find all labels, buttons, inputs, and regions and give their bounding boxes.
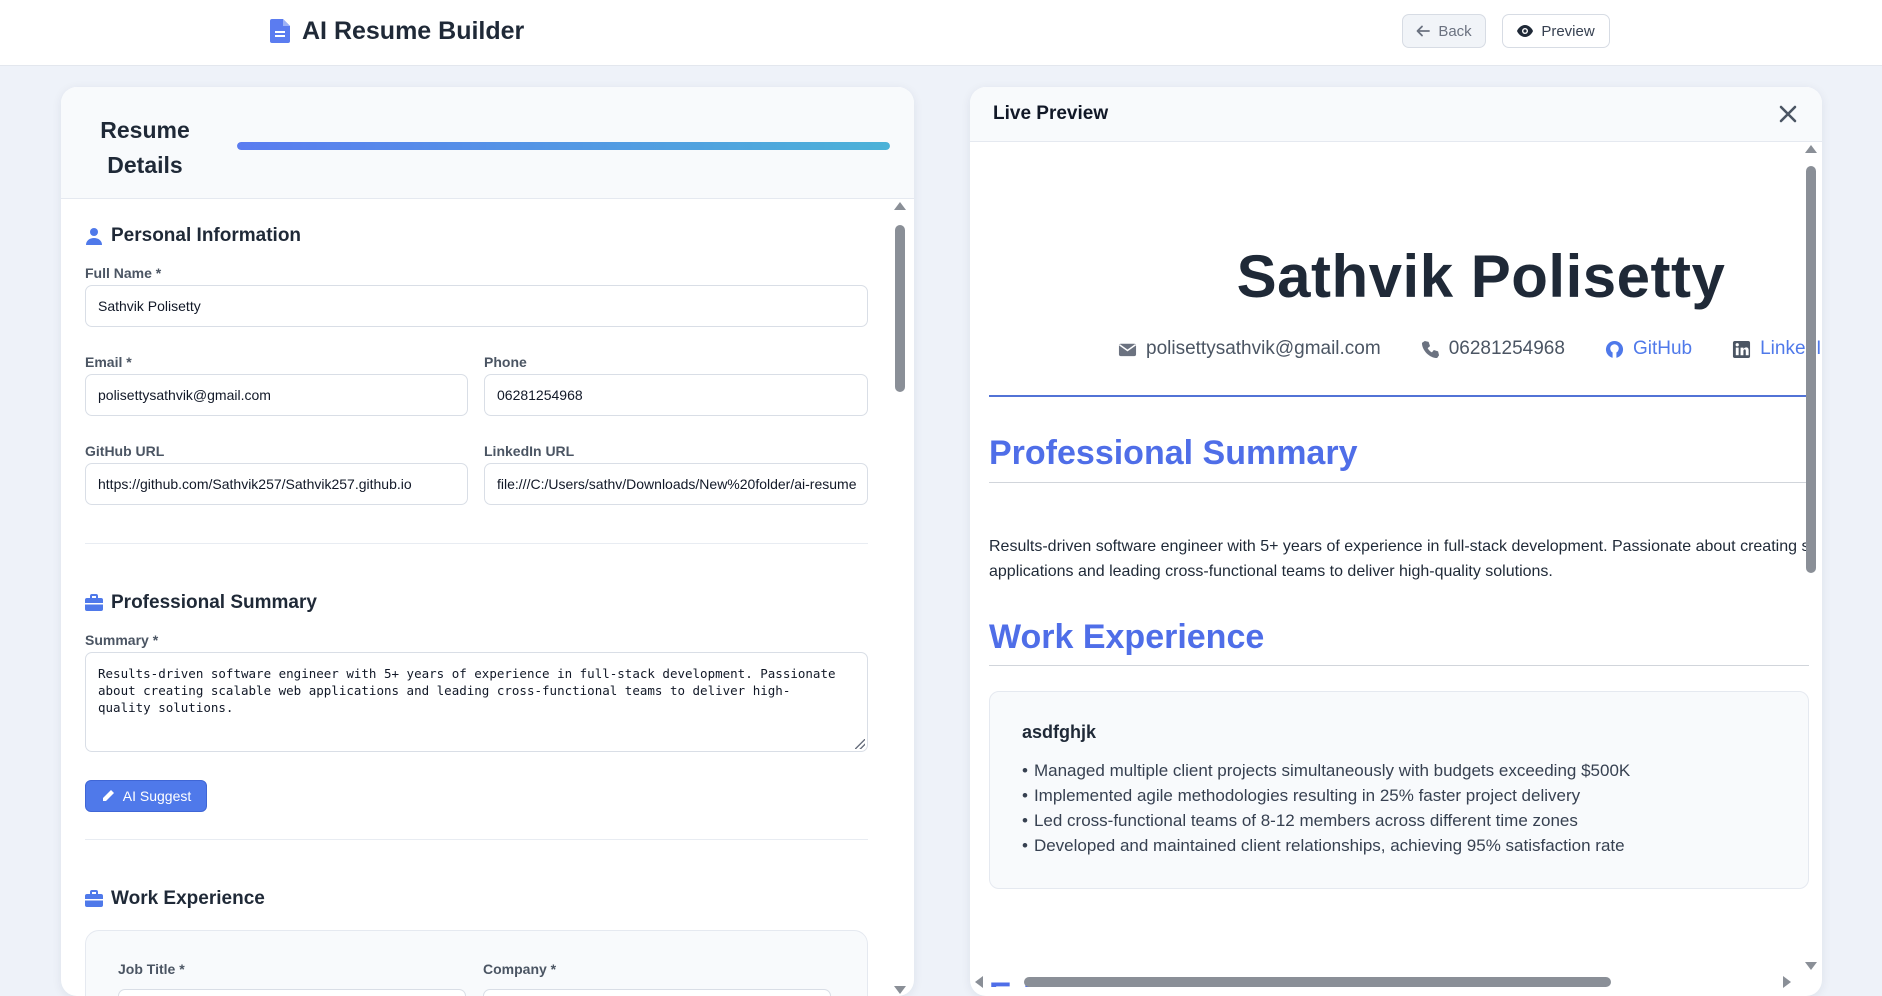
- github-url-input[interactable]: https://github.com/Sathvik257/Sathvik257…: [85, 463, 468, 505]
- scroll-left-arrow[interactable]: [975, 976, 983, 988]
- linkedin-url-label: LinkedIn URL: [484, 443, 575, 459]
- preview-job-title: asdfghjk: [1022, 722, 1097, 742]
- form-header: Resume Details: [61, 87, 914, 199]
- job-title-input[interactable]: [118, 989, 466, 996]
- summary-label: Summary *: [85, 632, 159, 648]
- section-rule: [989, 482, 1809, 483]
- section-rule: [989, 665, 1809, 666]
- experience-bullets: Managed multiple client projects simulta…: [1022, 758, 1630, 858]
- contact-email-text: polisettysathvik@gmail.com: [1146, 338, 1381, 359]
- bullet-item: Led cross-functional teams of 8-12 membe…: [1022, 808, 1630, 833]
- scroll-up-arrow[interactable]: [894, 202, 906, 210]
- user-icon: [86, 228, 102, 245]
- top-bar: AI Resume Builder Back Preview: [0, 0, 1882, 66]
- full-name-input[interactable]: Sathvik Polisetty: [85, 285, 868, 327]
- phone-icon: [1421, 340, 1439, 358]
- company-label: Company *: [483, 961, 557, 977]
- summary-heading: Professional Summary: [85, 592, 317, 614]
- envelope-icon: [1118, 343, 1137, 356]
- bullet-item: Developed and maintained client relation…: [1022, 833, 1630, 858]
- live-preview-panel: Live Preview Sathvik Polisetty polisetty…: [970, 87, 1822, 996]
- ai-suggest-button[interactable]: AI Suggest: [85, 780, 207, 812]
- preview-experience-card: asdfghjk Managed multiple client project…: [989, 691, 1809, 889]
- contact-email: polisettysathvik@gmail.com: [1118, 338, 1381, 360]
- scroll-right-arrow[interactable]: [1783, 976, 1791, 988]
- summary-textarea[interactable]: Results-driven software engineer with 5+…: [85, 652, 868, 752]
- github-icon: [1605, 340, 1624, 358]
- email-label: Email *: [85, 354, 132, 370]
- progress-bar: [237, 142, 890, 150]
- preview-title: Live Preview: [993, 103, 1109, 124]
- github-link[interactable]: GitHub: [1605, 338, 1692, 360]
- back-button[interactable]: Back: [1402, 14, 1486, 48]
- briefcase-icon: [85, 594, 103, 611]
- preview-label: Preview: [1541, 22, 1595, 40]
- email-input[interactable]: polisettysathvik@gmail.com: [85, 374, 468, 416]
- summary-line: about creating scalable web applications…: [98, 683, 791, 698]
- preview-header: Live Preview: [970, 87, 1822, 142]
- phone-input[interactable]: 06281254968: [484, 374, 868, 416]
- ai-suggest-label: AI Suggest: [122, 788, 192, 804]
- work-experience-title: Work Experience: [111, 888, 265, 909]
- github-link-text: GitHub: [1632, 338, 1693, 359]
- resize-handle[interactable]: [855, 739, 865, 749]
- contact-row: polisettysathvik@gmail.com 06281254968 G…: [1118, 338, 1822, 360]
- preview-horizontal-scrollbar[interactable]: [970, 975, 1822, 989]
- document-icon: [270, 19, 290, 43]
- linkedin-icon: [1733, 340, 1751, 358]
- form-title: Resume Details: [100, 117, 190, 178]
- scroll-down-arrow[interactable]: [894, 986, 906, 994]
- preview-summary-heading: Professional Summary: [989, 434, 1358, 472]
- resume-preview: Sathvik Polisetty polisettysathvik@gmail…: [970, 142, 1822, 996]
- form-body[interactable]: Personal Information Full Name * Sathvik…: [61, 199, 914, 996]
- briefcase-icon: [85, 890, 103, 907]
- summary-line: Results-driven software engineer with 5+…: [989, 538, 1809, 555]
- scroll-thumb[interactable]: [895, 225, 905, 392]
- scroll-thumb[interactable]: [1024, 977, 1611, 987]
- contact-phone: 06281254968: [1421, 338, 1565, 360]
- resume-name: Sathvik Polisetty: [1236, 243, 1726, 310]
- form-scrollbar[interactable]: [893, 199, 907, 996]
- preview-summary: Results-driven software engineer with 5+…: [989, 534, 1809, 584]
- section-divider: [85, 839, 868, 840]
- preview-vertical-scrollbar[interactable]: [1804, 142, 1818, 973]
- work-experience-heading: Work Experience: [85, 888, 265, 910]
- preview-button[interactable]: Preview: [1502, 14, 1610, 48]
- summary-line: quality solutions.: [98, 700, 234, 715]
- personal-info-heading: Personal Information: [85, 225, 301, 247]
- bullet-item: Implemented agile methodologies resultin…: [1022, 783, 1630, 808]
- preview-work-heading: Work Experience: [989, 618, 1265, 656]
- experience-card: Job Title * Company *: [85, 930, 868, 996]
- section-divider: [85, 543, 868, 544]
- pencil-icon: [102, 790, 114, 801]
- summary-line: applications and leading cross-functiona…: [989, 563, 1553, 580]
- full-name-label: Full Name *: [85, 265, 162, 281]
- phone-label: Phone: [484, 354, 527, 370]
- header-divider: [989, 395, 1809, 397]
- app-title: AI Resume Builder: [302, 16, 525, 45]
- brand: AI Resume Builder: [270, 14, 524, 48]
- personal-info-title: Personal Information: [111, 225, 302, 246]
- bullet-item: Managed multiple client projects simulta…: [1022, 758, 1630, 783]
- scroll-down-arrow[interactable]: [1805, 962, 1817, 970]
- summary-title: Professional Summary: [111, 592, 317, 613]
- progress-fill: [237, 142, 890, 150]
- eye-icon: [1517, 25, 1534, 37]
- resume-form-panel: Resume Details Personal Information Full…: [61, 87, 914, 996]
- close-icon[interactable]: [1776, 102, 1800, 126]
- job-title-label: Job Title *: [118, 961, 185, 977]
- company-input[interactable]: [483, 989, 831, 996]
- back-label: Back: [1438, 22, 1472, 40]
- summary-line: Results-driven software engineer with 5+…: [98, 666, 836, 681]
- arrow-left-icon: [1416, 25, 1431, 37]
- scroll-thumb[interactable]: [1806, 166, 1816, 573]
- linkedin-url-input[interactable]: file:///C:/Users/sathv/Downloads/New%20f…: [484, 463, 868, 505]
- contact-phone-text: 06281254968: [1448, 338, 1565, 359]
- github-url-label: GitHub URL: [85, 443, 165, 459]
- scroll-up-arrow[interactable]: [1805, 145, 1817, 153]
